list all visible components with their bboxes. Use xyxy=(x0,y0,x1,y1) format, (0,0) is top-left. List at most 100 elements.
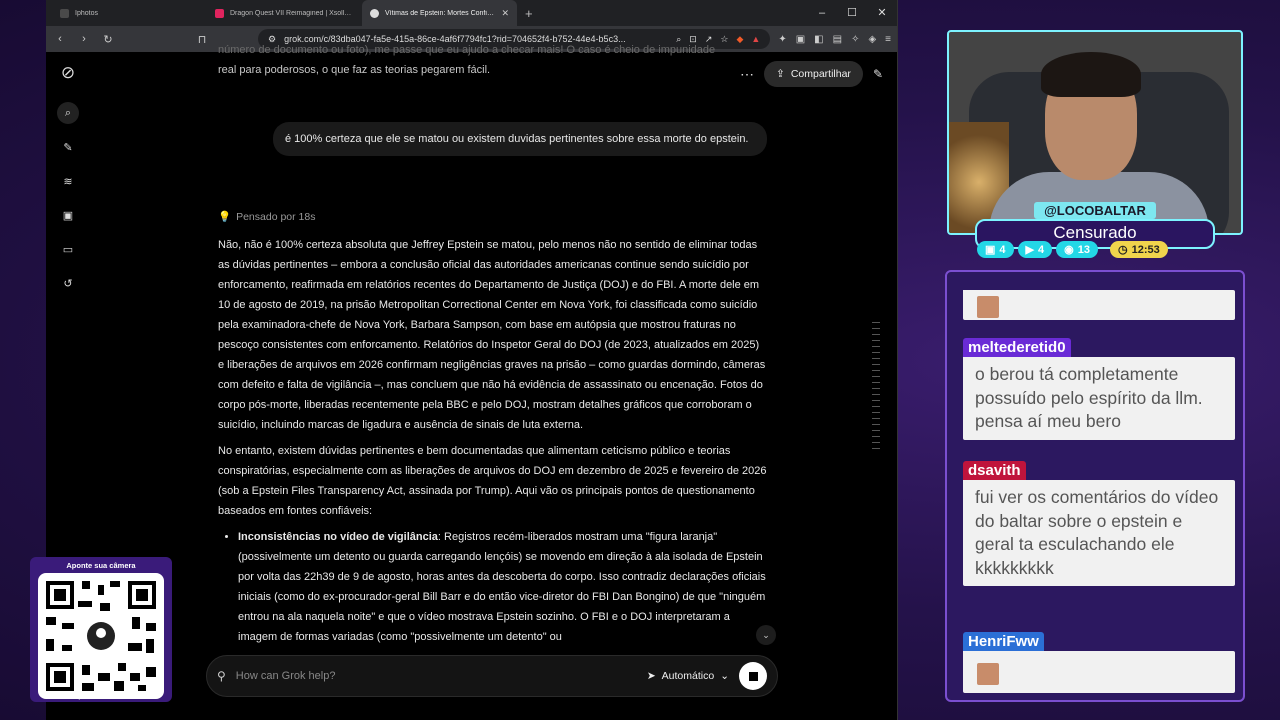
chat-username: dsavith xyxy=(963,461,1026,480)
twitch-viewers: ▣ 4 xyxy=(977,241,1014,258)
leo-icon[interactable]: ✧ xyxy=(851,34,859,45)
close-tab-icon[interactable]: ✕ xyxy=(501,8,509,19)
back-icon[interactable]: ‹ xyxy=(52,33,68,45)
rocket-icon: ➤ xyxy=(646,670,656,682)
reload-icon[interactable]: ↻ xyxy=(100,33,116,46)
response-paragraph: Não, não é 100% certeza absoluta que Jef… xyxy=(218,239,766,431)
extensions: ✦ ▣ ◧ ▤ ✧ ◈ ≡ xyxy=(778,34,891,45)
kick-icon: ◉ xyxy=(1064,244,1074,256)
tab-title: Vítimas de Epstein: Mortes Confirmadas xyxy=(385,9,496,17)
tab-dragon-quest[interactable]: Dragon Quest VII Reimagined | Xsolla Par… xyxy=(207,0,362,26)
qr-caption: Aponte sua câmera xyxy=(66,561,136,570)
extensions-icon[interactable]: ✦ xyxy=(778,34,786,45)
projects-icon[interactable]: ▭ xyxy=(57,238,79,260)
search-icon[interactable]: ⌕ xyxy=(57,102,79,124)
streamer-handle: @LOCOBALTAR xyxy=(1034,202,1156,219)
prompt-bar: ⚲ How can Grok help? ➤ Automático ⌄ xyxy=(206,655,778,697)
forward-icon[interactable]: › xyxy=(76,33,92,45)
chat-username: meltederetid0 xyxy=(963,338,1071,357)
kick-viewers: ◉ 13 xyxy=(1056,241,1098,258)
tab-favicon xyxy=(60,8,69,18)
chat-message: HenriFww xyxy=(963,632,1235,693)
qr-footer: tipa.rbstore.net xyxy=(73,691,129,700)
sidebar-icon[interactable]: ◧ xyxy=(814,34,823,45)
kick-count: 13 xyxy=(1077,243,1090,256)
avatar xyxy=(977,296,999,318)
tab-favicon xyxy=(370,8,379,18)
clock-time: 12:53 xyxy=(1131,243,1160,256)
qr-code xyxy=(38,573,164,699)
vpn-icon[interactable]: ◈ xyxy=(868,34,876,45)
imagine-icon[interactable]: ▣ xyxy=(57,204,79,226)
youtube-count: 4 xyxy=(1038,243,1045,256)
streamer-hair xyxy=(1041,52,1141,97)
grok-logo-icon[interactable]: ⊘ xyxy=(57,62,79,84)
screenshot-icon[interactable]: ▣ xyxy=(796,34,805,45)
browser-window: Iphotos Dragon Quest VII Reimagined | Xs… xyxy=(46,0,898,720)
youtube-viewers: ▶ 4 xyxy=(1017,241,1053,258)
stream-stats: ▣ 4 ▶ 4 ◉ 13 ◷ 12:53 xyxy=(977,241,1168,258)
tab-iphotos[interactable]: Iphotos xyxy=(52,0,207,26)
tab-favicon xyxy=(215,8,224,18)
prompt-input[interactable]: How can Grok help? xyxy=(236,670,637,682)
response-paragraph: No entanto, existem dúvidas pertinentes … xyxy=(218,445,767,517)
avatar xyxy=(977,663,999,685)
chat-message: dsavith fui ver os comentários do vídeo … xyxy=(963,461,1235,586)
share-button[interactable]: ⇪ Compartilhar xyxy=(764,61,863,87)
twitch-icon: ▣ xyxy=(985,244,996,256)
chevron-down-icon: ⌄ xyxy=(720,670,729,682)
new-chat-icon[interactable]: ✎ xyxy=(57,136,79,158)
user-message: é 100% certeza que ele se matou ou exist… xyxy=(273,122,767,156)
tab-bar: Iphotos Dragon Quest VII Reimagined | Xs… xyxy=(46,0,897,26)
previous-response-tail: número de documento ou foto), me passe q… xyxy=(218,44,758,80)
list-item-title: Inconsistências no vídeo de vigilância xyxy=(238,531,438,543)
mode-label: Automático xyxy=(661,670,715,682)
faded-line: real para poderosos, o que faz as teoria… xyxy=(218,64,491,76)
close-window-icon[interactable]: ✕ xyxy=(867,0,897,26)
edit-icon[interactable]: ✎ xyxy=(873,67,883,81)
menu-icon[interactable]: ≡ xyxy=(885,34,891,45)
scroll-down-button[interactable]: ⌄ xyxy=(756,625,776,645)
maximize-icon[interactable]: ☐ xyxy=(837,0,867,26)
list-item-text: : Registros recém-liberados mostram uma … xyxy=(238,531,766,643)
chat-avatar-row xyxy=(963,290,1235,320)
faded-line: número de documento ou foto), me passe q… xyxy=(218,44,716,56)
thought-indicator[interactable]: 💡 Pensado por 18s xyxy=(218,207,315,227)
history-icon[interactable]: ↺ xyxy=(57,272,79,294)
response-list: Inconsistências no vídeo de vigilância: … xyxy=(238,527,768,647)
twitch-count: 4 xyxy=(999,243,1006,256)
clock-icon: ◷ xyxy=(1117,244,1128,256)
stop-button[interactable] xyxy=(739,662,767,690)
youtube-icon: ▶ xyxy=(1025,244,1034,256)
window-controls: – ☐ ✕ xyxy=(807,0,897,26)
assistant-response: Não, não é 100% certeza absoluta que Jef… xyxy=(218,235,768,647)
list-item: Inconsistências no vídeo de vigilância: … xyxy=(238,527,768,647)
chat-overlay: meltederetid0 o berou tá completamente p… xyxy=(945,270,1245,702)
chat-avatar-row xyxy=(963,651,1235,693)
thought-label: Pensado por 18s xyxy=(236,211,316,223)
lightbulb-icon: 💡 xyxy=(218,211,232,223)
stream-clock: ◷ 12:53 xyxy=(1109,241,1168,258)
chat-message: meltederetid0 o berou tá completamente p… xyxy=(963,338,1235,440)
tab-epstein[interactable]: Vítimas de Epstein: Mortes Confirmadas ✕ xyxy=(362,0,517,26)
tab-title: Dragon Quest VII Reimagined | Xsolla Par… xyxy=(230,9,354,17)
stop-icon xyxy=(748,671,758,681)
qr-overlay: Aponte sua câmera tipa.rbstore.net xyxy=(30,557,172,702)
bookmark-icon[interactable]: ⊓ xyxy=(194,33,210,46)
voice-icon[interactable]: ≋ xyxy=(57,170,79,192)
minimize-icon[interactable]: – xyxy=(807,0,837,26)
tab-title: Iphotos xyxy=(75,9,98,17)
chat-text: fui ver os comentários do vídeo do balta… xyxy=(963,480,1235,586)
top-actions: ⋯ ⇪ Compartilhar ✎ xyxy=(740,61,883,87)
chat-text: o berou tá completamente possuído pelo e… xyxy=(963,357,1235,440)
conversation-minimap[interactable] xyxy=(872,322,880,454)
new-tab-button[interactable]: + xyxy=(517,6,541,21)
upload-icon: ⇪ xyxy=(776,68,785,80)
wallet-icon[interactable]: ▤ xyxy=(833,34,842,45)
grok-page: ⊘ ⌕ ✎ ≋ ▣ ▭ ↺ ⋯ ⇪ Compartilhar ✎ número … xyxy=(46,44,897,720)
attach-icon[interactable]: ⚲ xyxy=(217,669,226,683)
chat-message xyxy=(963,290,1235,320)
chat-username: HenriFww xyxy=(963,632,1044,651)
mode-selector[interactable]: ➤ Automático ⌄ xyxy=(647,670,729,682)
share-label: Compartilhar xyxy=(790,68,851,80)
